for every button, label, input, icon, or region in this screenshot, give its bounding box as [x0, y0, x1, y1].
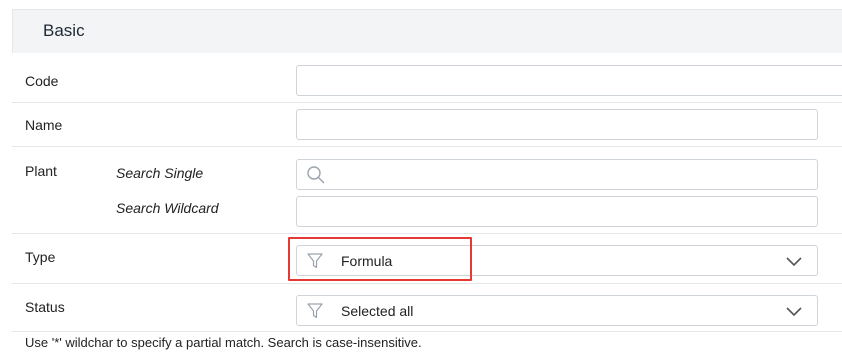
- plant-search-wildcard-input[interactable]: [297, 197, 817, 226]
- divider: [12, 233, 842, 234]
- plant-label: Plant: [25, 163, 57, 179]
- status-label: Status: [25, 299, 65, 315]
- funnel-icon: [306, 302, 324, 325]
- code-field[interactable]: [296, 65, 842, 96]
- status-select[interactable]: Selected all: [296, 295, 818, 326]
- divider: [12, 331, 842, 332]
- plant-search-single-field[interactable]: [296, 159, 818, 190]
- type-label: Type: [25, 249, 56, 265]
- name-input[interactable]: [297, 110, 817, 139]
- section-title: Basic: [43, 21, 85, 40]
- section-header[interactable]: Basic: [12, 9, 842, 53]
- code-label: Code: [25, 73, 59, 89]
- highlight-box: [288, 237, 472, 281]
- search-single-label: Search Single: [116, 165, 204, 181]
- plant-search-single-input[interactable]: [297, 160, 817, 189]
- chevron-down-icon[interactable]: [785, 255, 803, 273]
- divider: [12, 102, 842, 103]
- name-field[interactable]: [296, 109, 818, 140]
- code-input[interactable]: [297, 66, 842, 95]
- search-icon: [306, 165, 326, 190]
- divider: [12, 283, 842, 284]
- status-selected-value: Selected all: [341, 303, 414, 319]
- chevron-down-icon[interactable]: [785, 305, 803, 323]
- search-wildcard-label: Search Wildcard: [116, 200, 219, 216]
- plant-search-wildcard-field[interactable]: [296, 196, 818, 227]
- search-hint: Use '*' wildchar to specify a partial ma…: [25, 335, 422, 350]
- divider: [12, 146, 842, 147]
- name-label: Name: [25, 117, 63, 133]
